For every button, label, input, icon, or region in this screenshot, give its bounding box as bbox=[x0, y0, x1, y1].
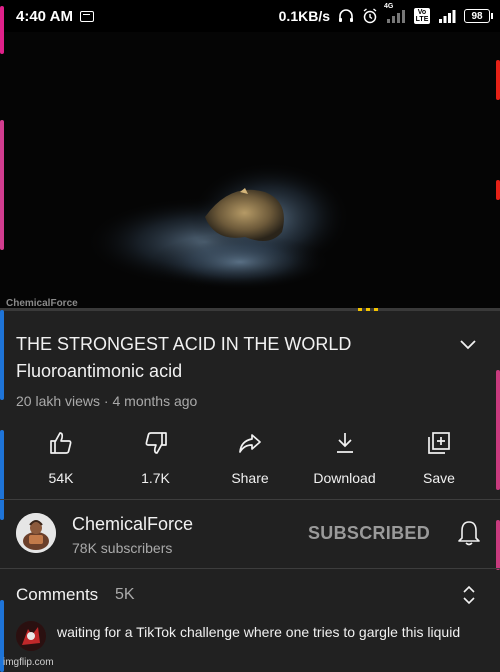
comments-title[interactable]: Comments bbox=[16, 585, 98, 605]
chapter-marker bbox=[374, 308, 378, 311]
action-bar: 54K 1.7K Share Download Save bbox=[14, 428, 486, 486]
volte-icon: Vo LTE bbox=[414, 8, 430, 24]
divider bbox=[0, 499, 500, 500]
status-indicators: 0.1KB/s 4G Vo LTE 98 bbox=[278, 3, 493, 24]
gallery-notification-icon bbox=[79, 10, 94, 22]
chapter-marker bbox=[366, 308, 370, 311]
volte-label: Vo LTE bbox=[415, 9, 429, 23]
edge-accent bbox=[0, 310, 4, 400]
expand-collapse-icon[interactable] bbox=[460, 584, 478, 606]
channel-avatar[interactable] bbox=[16, 513, 56, 553]
thumbs-down-icon bbox=[141, 428, 171, 458]
thumbs-up-icon bbox=[46, 428, 76, 458]
alarm-clock-icon bbox=[362, 8, 378, 24]
headphones-icon bbox=[338, 9, 354, 23]
subscriber-count: 78K subscribers bbox=[72, 540, 173, 556]
notification-bell-icon[interactable] bbox=[457, 519, 481, 547]
signal-4g-icon: 4G bbox=[384, 3, 406, 23]
chapter-markers bbox=[358, 308, 378, 311]
like-count: 54K bbox=[48, 470, 74, 486]
commenter-avatar[interactable] bbox=[16, 621, 46, 651]
status-bar: 4:40 AM 0.1KB/s 4G Vo LTE 98 bbox=[0, 0, 500, 32]
edge-accent bbox=[496, 520, 500, 570]
edge-accent bbox=[496, 60, 500, 100]
chapter-marker bbox=[358, 308, 362, 311]
network-type-label: 4G bbox=[384, 3, 394, 10]
network-speed: 0.1KB/s bbox=[278, 8, 330, 24]
edge-accent bbox=[496, 370, 500, 490]
video-title-block[interactable]: THE STRONGEST ACID IN THE WORLD Fluoroan… bbox=[16, 332, 486, 386]
signal-strength-icon bbox=[438, 9, 456, 23]
share-icon bbox=[235, 428, 265, 458]
dislike-count: 1.7K bbox=[141, 470, 170, 486]
edge-accent bbox=[496, 180, 500, 200]
share-label: Share bbox=[231, 470, 269, 486]
download-label: Download bbox=[313, 470, 376, 486]
subscribed-button[interactable]: SUBSCRIBED bbox=[308, 523, 430, 544]
battery-level: 98 bbox=[471, 10, 483, 22]
save-label: Save bbox=[423, 470, 455, 486]
video-meta: 20 lakh views · 4 months ago bbox=[16, 393, 198, 409]
download-icon bbox=[330, 428, 360, 458]
chevron-down-icon[interactable] bbox=[458, 334, 478, 354]
video-player[interactable]: ChemicalForce bbox=[0, 32, 500, 310]
video-subtitle: Fluoroantimonic acid bbox=[16, 361, 183, 381]
video-progress-bar[interactable] bbox=[0, 308, 500, 311]
save-icon bbox=[424, 428, 454, 458]
share-button[interactable]: Share bbox=[203, 428, 297, 486]
comments-count: 5K bbox=[115, 586, 135, 603]
edge-accent bbox=[0, 6, 4, 54]
like-button[interactable]: 54K bbox=[14, 428, 108, 486]
channel-name[interactable]: ChemicalForce bbox=[72, 514, 193, 535]
video-title: THE STRONGEST ACID IN THE WORLD bbox=[16, 334, 352, 354]
save-button[interactable]: Save bbox=[392, 428, 486, 486]
edge-accent bbox=[0, 120, 4, 250]
battery-indicator: 98 bbox=[464, 9, 493, 23]
divider bbox=[0, 568, 500, 569]
video-frame-image bbox=[0, 32, 500, 310]
status-time: 4:40 AM bbox=[16, 7, 73, 25]
download-button[interactable]: Download bbox=[298, 428, 392, 486]
imgflip-watermark: imgflip.com bbox=[3, 657, 54, 668]
dislike-button[interactable]: 1.7K bbox=[109, 428, 203, 486]
edge-accent bbox=[0, 430, 4, 520]
top-comment[interactable]: waiting for a TikTok challenge where one… bbox=[57, 621, 477, 643]
